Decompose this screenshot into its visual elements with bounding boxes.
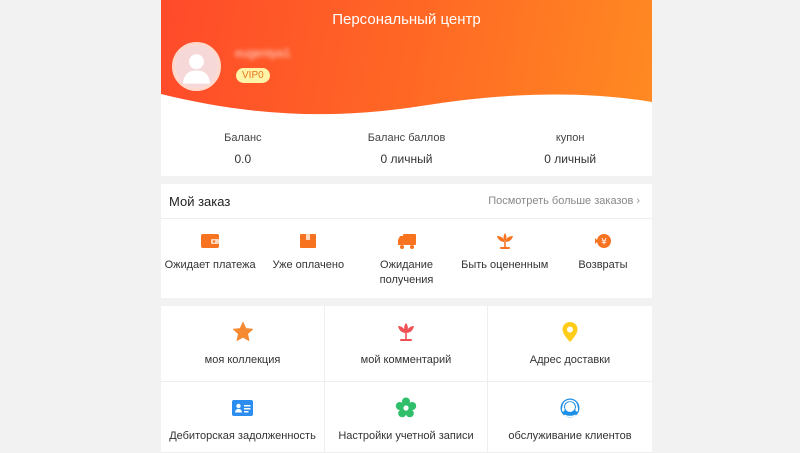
service-label: Настройки учетной записи bbox=[338, 430, 474, 442]
my-comments[interactable]: мой комментарий bbox=[325, 306, 488, 382]
location-pin-icon bbox=[562, 322, 578, 342]
refund-icon: ¥ bbox=[594, 234, 611, 248]
my-orders-card: Мой заказ Посмотреть больше заказов › Ожи… bbox=[161, 184, 652, 298]
service-label: мой комментарий bbox=[360, 354, 452, 366]
receivables[interactable]: Дебиторская задолженность bbox=[161, 382, 325, 453]
view-more-label: Посмотреть больше заказов bbox=[488, 195, 634, 207]
order-pending-payment[interactable]: Ожидает платежа bbox=[161, 219, 259, 298]
stat-balance[interactable]: Баланс 0.0 bbox=[161, 120, 325, 176]
id-card-icon bbox=[232, 400, 253, 416]
package-icon bbox=[300, 234, 317, 248]
stat-coupon[interactable]: купон 0 личный bbox=[488, 120, 652, 176]
header-wave bbox=[161, 94, 652, 120]
wallet-icon bbox=[201, 234, 220, 248]
orders-title: Мой заказ bbox=[169, 194, 231, 209]
my-collection[interactable]: моя коллекция bbox=[161, 306, 325, 382]
account-stats: Баланс 0.0 Баланс баллов 0 личный купон … bbox=[161, 120, 652, 176]
stat-value: 0.0 bbox=[234, 152, 252, 166]
order-item-label: Уже оплачено bbox=[272, 259, 345, 271]
svg-text:¥: ¥ bbox=[601, 238, 607, 248]
personal-center-page: Персональный центр eugeniya1 VIP0 Баланс… bbox=[161, 0, 652, 453]
order-to-review[interactable]: Быть оцененным bbox=[456, 219, 554, 298]
stat-value: 0 личный bbox=[544, 152, 597, 166]
order-paid[interactable]: Уже оплачено bbox=[259, 219, 357, 298]
chevron-right-icon: › bbox=[636, 195, 640, 207]
stat-label: Баланс bbox=[224, 132, 262, 144]
order-item-label: Ожидание получения bbox=[379, 259, 434, 286]
service-label: Дебиторская задолженность bbox=[169, 430, 316, 442]
stat-label: купон bbox=[555, 132, 585, 144]
order-item-label: Быть оцененным bbox=[461, 259, 549, 271]
star-icon bbox=[232, 322, 253, 341]
avatar[interactable] bbox=[172, 42, 221, 91]
stat-value: 0 личный bbox=[380, 152, 433, 166]
service-label: обслуживание клиентов bbox=[508, 430, 632, 442]
vip-badge: VIP0 bbox=[236, 68, 270, 83]
service-label: моя коллекция bbox=[204, 354, 281, 366]
delivery-address[interactable]: Адрес доставки bbox=[488, 306, 652, 382]
orders-header: Мой заказ Посмотреть больше заказов › bbox=[161, 184, 652, 219]
view-more-orders-link[interactable]: Посмотреть больше заказов › bbox=[488, 195, 640, 207]
flower-icon bbox=[496, 233, 513, 249]
settings-flower-icon bbox=[395, 397, 417, 418]
lotus-icon bbox=[398, 323, 414, 341]
account-settings[interactable]: Настройки учетной записи bbox=[325, 382, 488, 453]
services-grid: моя коллекция мой комментарий Адрес дост… bbox=[161, 306, 652, 453]
customer-service[interactable]: обслуживание клиентов bbox=[488, 382, 652, 453]
headset-icon bbox=[560, 398, 580, 418]
order-returns[interactable]: ¥ Возвраты bbox=[554, 219, 652, 298]
stat-points[interactable]: Баланс баллов 0 личный bbox=[325, 120, 489, 176]
truck-icon bbox=[397, 234, 416, 249]
user-avatar-icon bbox=[175, 45, 218, 88]
stat-label: Баланс баллов bbox=[367, 132, 446, 144]
username: eugeniya1 bbox=[235, 46, 291, 60]
order-awaiting-receipt[interactable]: Ожидание получения bbox=[357, 219, 455, 298]
profile-header: Персональный центр eugeniya1 VIP0 bbox=[161, 0, 652, 120]
order-item-label: Ожидает платежа bbox=[164, 259, 256, 271]
order-status-list: Ожидает платежа Уже оплачено Ожидание по… bbox=[161, 219, 652, 298]
page-title: Персональный центр bbox=[332, 11, 481, 28]
order-item-label: Возвраты bbox=[578, 259, 628, 271]
service-label: Адрес доставки bbox=[529, 354, 611, 366]
